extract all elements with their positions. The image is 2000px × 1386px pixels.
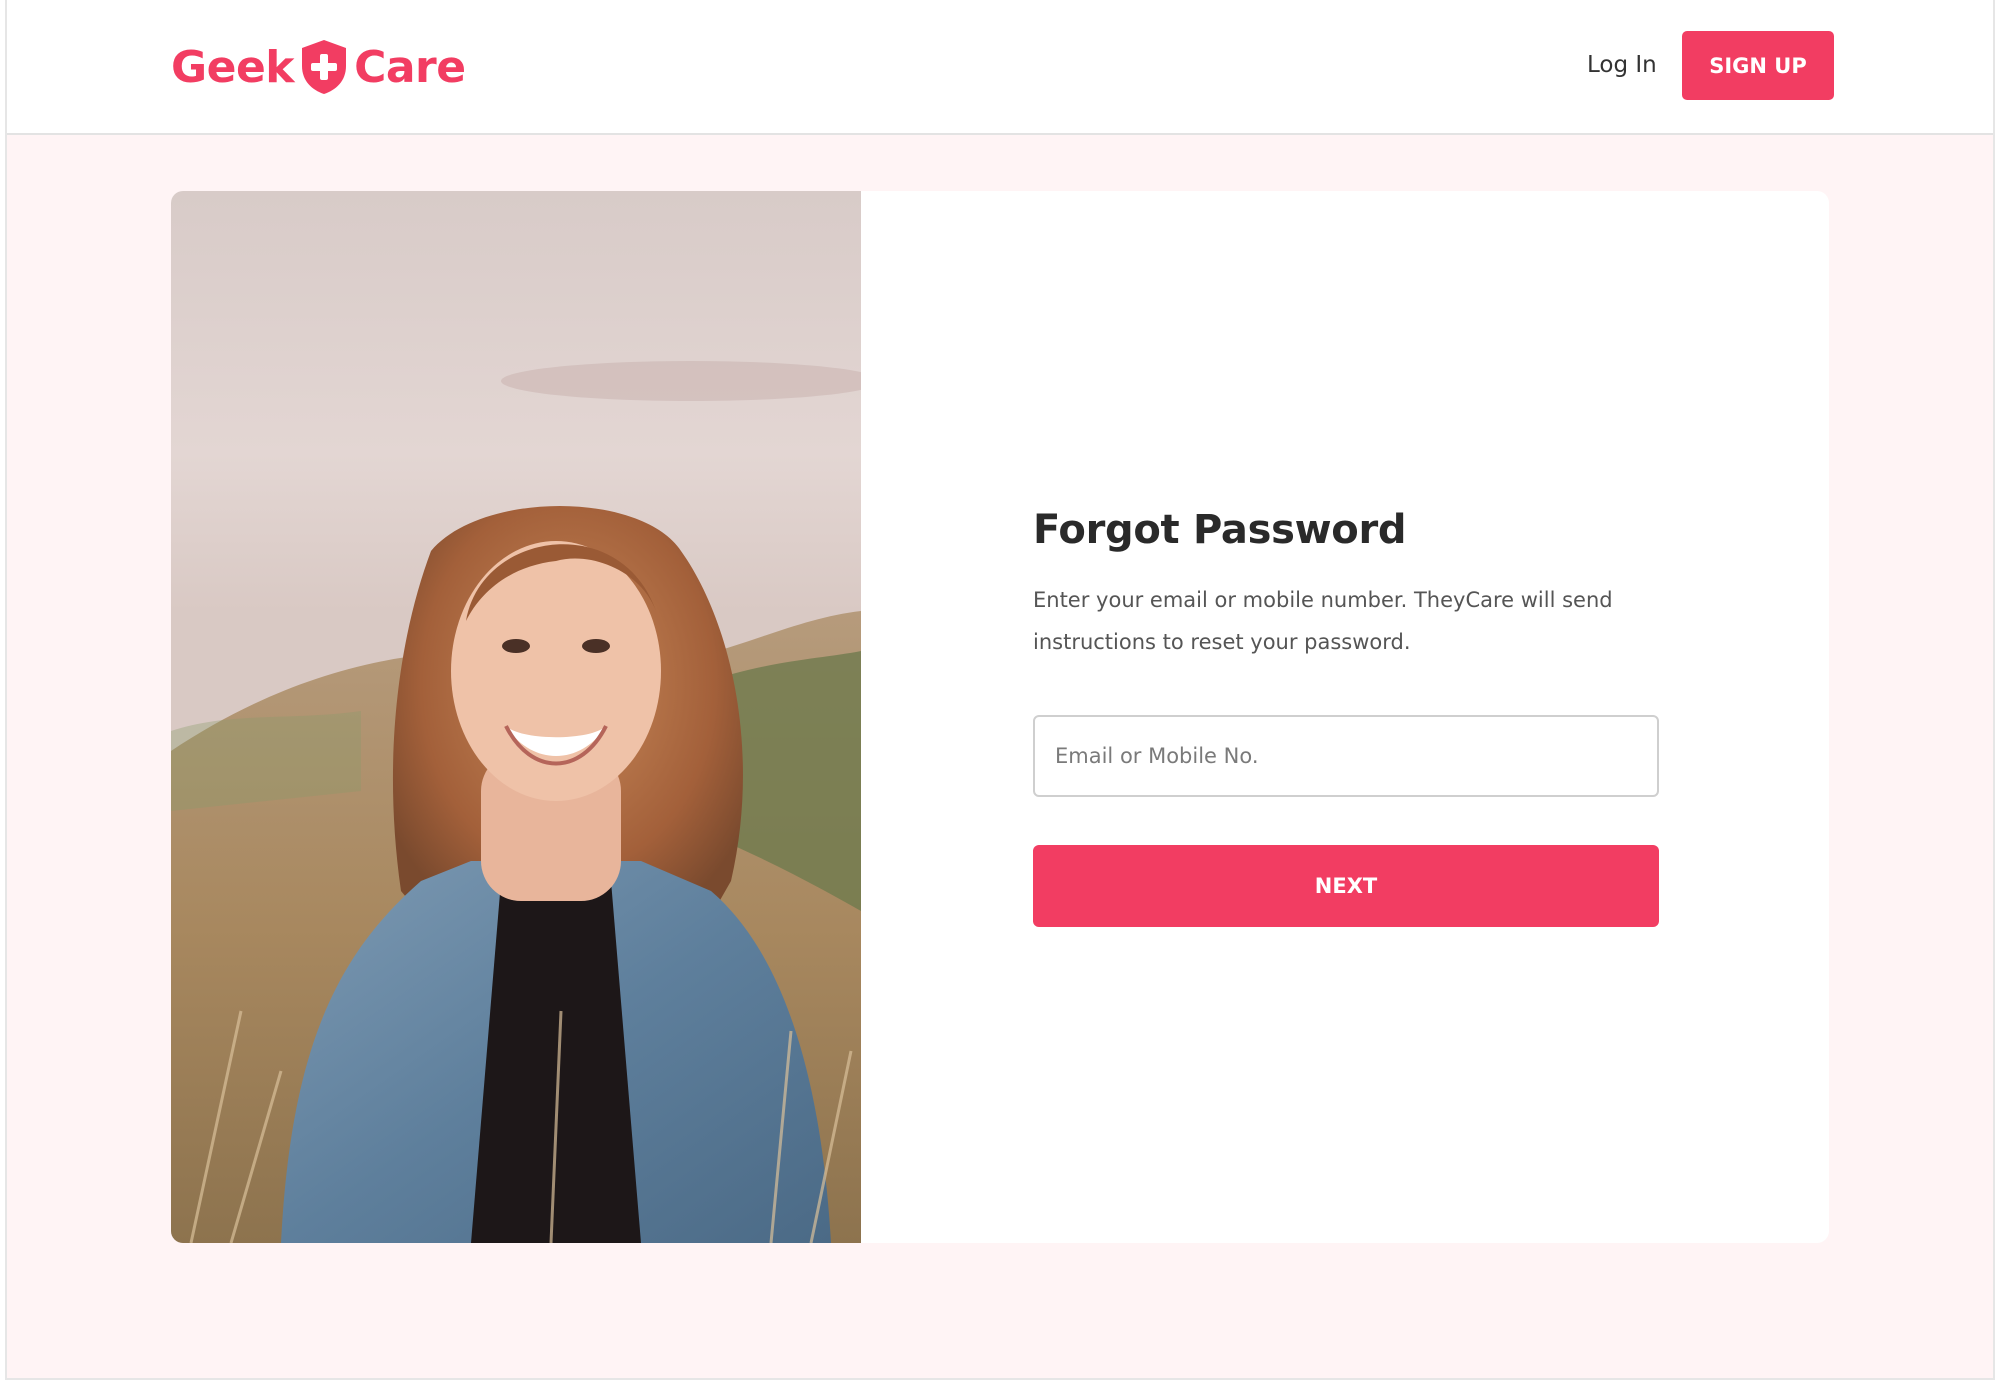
page-frame: Geek Care Log In SIGN UP Forgot Password… (5, 0, 1995, 1380)
email-or-mobile-input[interactable] (1033, 715, 1659, 797)
next-button[interactable]: NEXT (1033, 845, 1659, 927)
forgot-password-form: Forgot Password Enter your email or mobi… (1033, 507, 1659, 927)
page-title: Forgot Password (1033, 507, 1407, 553)
top-nav: Geek Care Log In SIGN UP (7, 0, 1993, 135)
instructions-text: Enter your email or mobile number. TheyC… (1033, 588, 1613, 654)
forgot-password-card: Forgot Password Enter your email or mobi… (171, 191, 1829, 1243)
brand-logo[interactable]: Geek Care (171, 36, 466, 98)
shield-plus-icon (302, 40, 347, 94)
login-link[interactable]: Log In (1587, 52, 1657, 78)
brand-name-part2: Care (354, 41, 466, 93)
brand-name-part1: Geek (171, 41, 295, 93)
signup-button[interactable]: SIGN UP (1682, 31, 1834, 100)
hero-photo-illustration (171, 191, 861, 1243)
hero-photo (171, 191, 861, 1243)
